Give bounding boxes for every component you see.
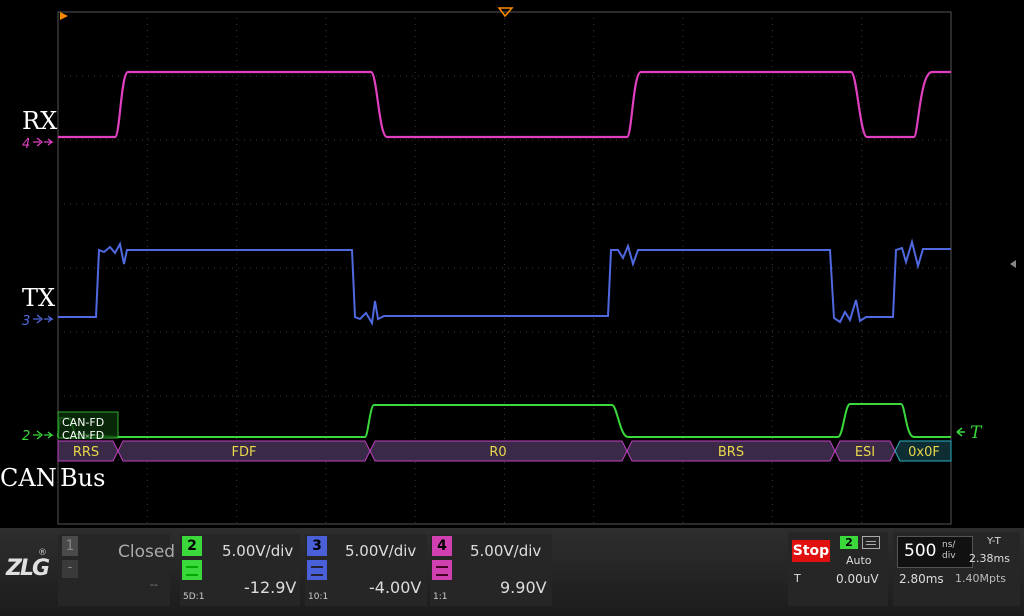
channel-1-dash: - [62, 560, 78, 578]
logo-text: ZLG [6, 556, 50, 581]
channel-3-probe: 10:1 [308, 592, 329, 602]
channel-4-coupling-icon [432, 560, 452, 580]
channel-4-panel[interactable]: 4 1:1 5.00V/div 9.90V [430, 534, 552, 606]
channel-3-offset: -4.00V [369, 578, 422, 597]
bus-label: Bus [60, 464, 105, 492]
channel-2-badge: 2 [182, 536, 202, 556]
channel-1-panel[interactable]: 1 - Closed -- [58, 534, 175, 606]
trigger-panel[interactable]: Stop 2 Auto T 0.00uV [788, 532, 888, 606]
trigger-level-arrow-icon[interactable] [956, 427, 965, 437]
channel-3-badge: 3 [307, 536, 327, 556]
display-mode: Y-T [987, 536, 1001, 547]
can-channel-marker-icon[interactable] [33, 430, 54, 440]
record-time: 2.38ms [969, 552, 1010, 565]
can-channel-number: 2 [22, 429, 30, 444]
can-label: CAN [0, 464, 57, 492]
timebase-value: 500 [904, 541, 937, 561]
decode-field-r0: R0 [489, 445, 506, 460]
logo: ZLG ® [4, 548, 54, 600]
channel-2-offset: -12.9V [244, 578, 297, 597]
scroll-right-icon[interactable] [1010, 260, 1016, 268]
timebase-box[interactable]: 500 ns/ div [897, 536, 973, 568]
decode-field-rrs: RRS [73, 445, 99, 460]
timebase-panel[interactable]: 500 ns/ div 2.80ms Y-T 2.38ms 1.40Mpts [893, 532, 1020, 606]
rx-channel-marker-icon[interactable] [33, 137, 54, 147]
status-bar: ZLG ® 1 - Closed -- 2 5D:1 5.00V/div -12… [0, 528, 1024, 616]
memory-depth: 1.40Mpts [955, 572, 1007, 585]
decode-field-brs: BRS [718, 445, 744, 460]
tx-channel-number: 3 [22, 314, 30, 329]
channel-1-badge: 1 [62, 536, 78, 556]
channel-4-badge: 4 [432, 536, 452, 556]
channel-3-panel[interactable]: 3 10:1 5.00V/div -4.00V [305, 534, 427, 606]
channel-2-scale: 5.00V/div [222, 542, 294, 560]
channel-2-probe: 5D:1 [183, 592, 205, 602]
timebase-unit-top: ns/ [942, 540, 956, 550]
rx-channel-number: 4 [22, 137, 30, 152]
decode-field-esi: ESI [855, 445, 875, 460]
channel-1-offset: -- [150, 578, 158, 591]
time-offset: 2.80ms [899, 572, 944, 586]
decode-fragment-bottom: CAN-FD [62, 429, 104, 442]
rx-trace [58, 70, 951, 139]
registered-icon: ® [38, 548, 47, 558]
channel-2-coupling-icon [182, 560, 202, 580]
trigger-level: 0.00uV [836, 572, 879, 586]
trigger-type-icon [862, 536, 880, 549]
tx-channel-marker-icon[interactable] [33, 314, 54, 324]
trigger-mode: Auto [846, 554, 872, 567]
trigger-source-badge: 2 [840, 536, 858, 549]
channel-1-status: Closed [118, 542, 176, 562]
channel-3-scale: 5.00V/div [345, 542, 417, 560]
trigger-label: T [970, 423, 983, 443]
channel-2-panel[interactable]: 2 5D:1 5.00V/div -12.9V [180, 534, 300, 606]
channel-3-coupling-icon [307, 560, 327, 580]
oscilloscope-display: CAN-FD CAN-FD RRS FDF R0 BRS ESI 0x0F RX… [0, 7, 1016, 525]
trigger-prefix: T [794, 572, 801, 585]
decode-field-hex: 0x0F [908, 445, 940, 460]
channel-4-offset: 9.90V [500, 578, 547, 597]
decode-fragment-top: CAN-FD [62, 416, 104, 429]
decode-field-fdf: FDF [232, 445, 257, 460]
channel-4-probe: 1:1 [433, 592, 448, 602]
run-stop-button[interactable]: Stop [792, 540, 830, 562]
rx-label: RX [22, 107, 57, 135]
channel-4-scale: 5.00V/div [470, 542, 542, 560]
tx-label: TX [22, 284, 55, 312]
timebase-unit-bottom: div [942, 551, 956, 561]
trigger-position-marker [60, 12, 68, 20]
